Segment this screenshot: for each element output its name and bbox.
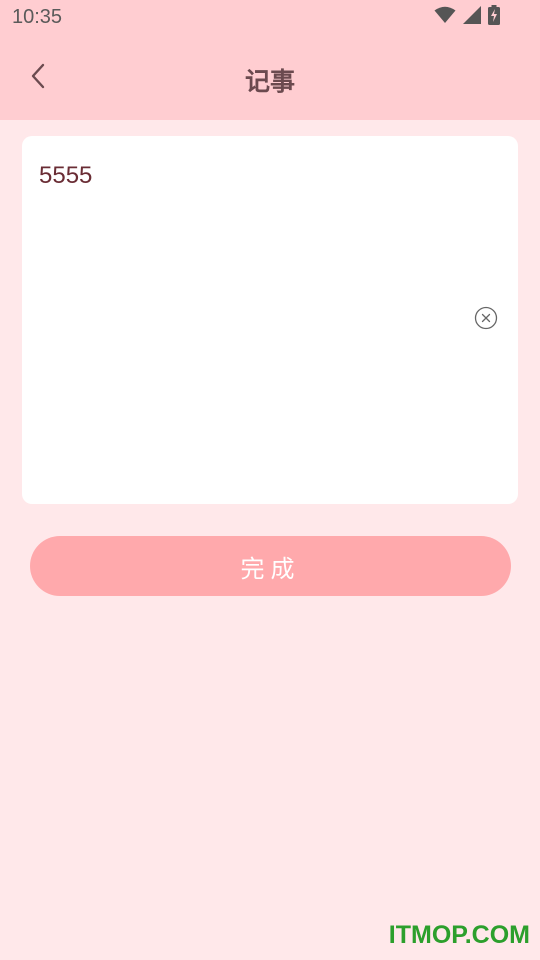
status-icons: [434, 5, 500, 29]
watermark: ITMOP.COM: [388, 921, 530, 949]
battery-charging-icon: [488, 5, 500, 29]
done-button[interactable]: 完成: [30, 536, 511, 596]
wifi-icon: [434, 6, 456, 28]
note-card: 5555: [22, 136, 518, 504]
page-title: 记事: [244, 67, 295, 96]
clear-circle-icon: [474, 306, 498, 334]
app-bar: 记事: [0, 36, 540, 120]
note-input[interactable]: 5555: [39, 162, 92, 190]
signal-icon: [462, 5, 482, 29]
status-bar: 10:35: [0, 0, 540, 36]
clear-button[interactable]: [474, 306, 498, 334]
status-time: 10:35: [12, 6, 63, 28]
